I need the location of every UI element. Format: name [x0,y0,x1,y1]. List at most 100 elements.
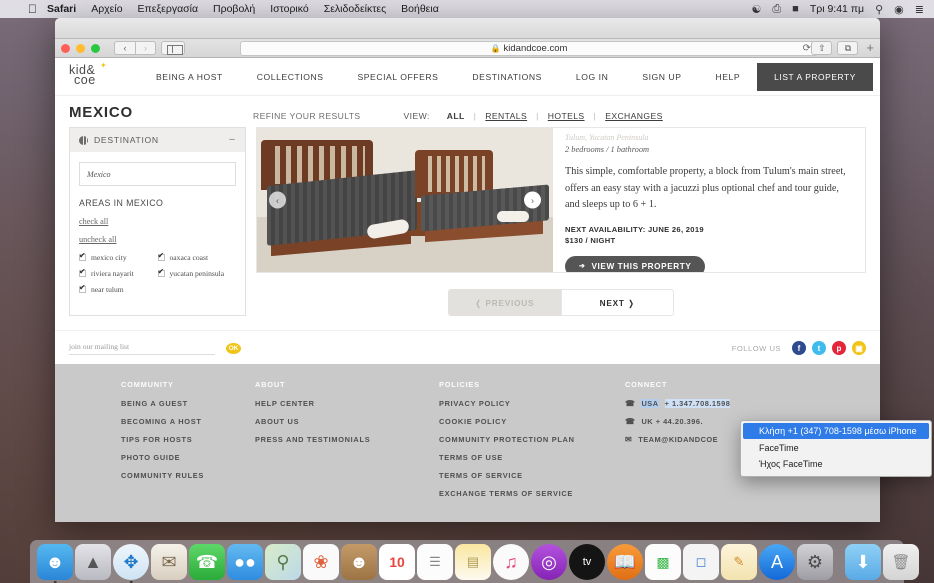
system-preferences-icon[interactable]: ⚙ [797,544,833,580]
photos-icon[interactable]: ❀ [303,544,339,580]
share-icon[interactable]: ⇧ [811,41,832,55]
destination-input[interactable]: Mexico [79,162,236,186]
twitter-icon[interactable]: t [812,341,826,355]
books-icon[interactable]: 📖 [607,544,643,580]
maps-icon[interactable]: ⚲ [265,544,301,580]
nav-link-destinations[interactable]: DESTINATIONS [455,72,558,82]
footer-link-privacy-policy[interactable]: PRIVACY POLICY [439,399,615,408]
carousel-next-button[interactable]: › [524,192,541,209]
list-icon[interactable]: ≣ [915,3,924,16]
nav-link-help[interactable]: HELP [699,72,758,82]
sidebar-icon[interactable] [161,41,185,55]
close-window-button[interactable] [61,44,70,53]
view-option-all[interactable]: ALL [438,111,474,121]
footer-link-community-protection-plan[interactable]: COMMUNITY PROTECTION PLAN [439,435,615,444]
menu-item-file[interactable]: Αρχείο [91,3,122,15]
contacts-icon[interactable]: ☻ [341,544,377,580]
back-button[interactable]: ‹ [114,41,135,55]
uncheck-all-link[interactable]: uncheck all [79,235,236,244]
checkbox-mexico-city[interactable]: mexico city [79,253,158,262]
context-menu-item-facetime[interactable]: FaceTime [741,440,931,456]
apple-menu-icon[interactable]:  [28,3,37,15]
collapse-icon[interactable]: − [229,136,236,144]
podcasts-icon[interactable]: ◎ [531,544,567,580]
trash-icon[interactable]: 🗑 [883,544,919,580]
address-bar[interactable]: 🔒 kidandcoe.com ⟳ [240,41,818,56]
nav-link-sign-up[interactable]: SIGN UP [625,72,698,82]
next-page-button[interactable]: NEXT ❭ [561,289,674,316]
footer-link-about-us[interactable]: ABOUT US [255,417,429,426]
checkbox-yucatan-peninsula[interactable]: yucatan peninsula [158,269,237,278]
nav-link-collections[interactable]: COLLECTIONS [240,72,341,82]
footer-link-being-a-guest[interactable]: BEING A GUEST [121,399,245,408]
search-icon[interactable]: ⚲ [875,3,883,16]
messages-icon[interactable]: ●● [227,544,263,580]
safari-icon[interactable]: ✥ [113,544,149,580]
keynote-icon[interactable]: ◻ [683,544,719,580]
calendar-icon[interactable]: 10 [379,544,415,580]
list-a-property-button[interactable]: LIST A PROPERTY [757,63,873,91]
downloads-folder-icon[interactable]: ⬇ [845,544,881,580]
checkbox-oaxaca-coast[interactable]: oaxaca coast [158,253,237,262]
nav-link-log-in[interactable]: LOG IN [559,72,625,82]
footer-link-becoming-a-host[interactable]: BECOMING A HOST [121,417,245,426]
footer-link-exchange-terms-of-service[interactable]: EXCHANGE TERMS OF SERVICE [439,489,615,498]
carousel-prev-button[interactable]: ‹ [269,192,286,209]
numbers-icon[interactable]: ▩ [645,544,681,580]
footer-link-cookie-policy[interactable]: COOKIE POLICY [439,417,615,426]
footer-link-tips-for-hosts[interactable]: TIPS FOR HOSTS [121,435,245,444]
view-this-property-button[interactable]: ➔ VIEW THIS PROPERTY [565,256,705,273]
view-option-rentals[interactable]: RENTALS [476,111,536,121]
footer-link-terms-of-use[interactable]: TERMS OF USE [439,453,615,462]
mailing-list-input[interactable]: join our mailing list [69,342,215,355]
menu-item-safari[interactable]: Safari [47,3,76,15]
instagram-icon[interactable]: ▣ [852,341,866,355]
menu-item-bookmarks[interactable]: Σελιδοδείκτες [324,3,386,15]
footer-link-community-rules[interactable]: COMMUNITY RULES [121,471,245,480]
maximize-window-button[interactable] [91,44,100,53]
new-tab-button[interactable]: + [863,42,874,54]
checkbox-icon[interactable] [79,270,86,277]
reminders-icon[interactable]: ☰ [417,544,453,580]
airplay-icon[interactable]: ⎙ [772,3,781,16]
finder-icon[interactable]: ☻ [37,544,73,580]
tabs-icon[interactable]: ⧉ [837,41,858,55]
siri-icon[interactable]: ◉ [894,3,904,16]
footer-link-photo-guide[interactable]: PHOTO GUIDE [121,453,245,462]
reload-icon[interactable]: ⟳ [803,43,811,54]
check-all-link[interactable]: check all [79,217,236,226]
menubar-clock[interactable]: Τρι 9:41 πμ [810,3,864,15]
menu-item-edit[interactable]: Επεξεργασία [138,3,199,15]
music-icon[interactable]: ♫ [493,544,529,580]
menu-item-history[interactable]: Ιστορικό [270,3,309,15]
footer-phone-usa[interactable]: ☎ USA + 1.347.708.1598 [625,399,815,408]
checkbox-riviera-nayarit[interactable]: riviera nayarit [79,269,158,278]
wifi-icon[interactable]: ☯ [751,3,761,16]
property-listing-card[interactable]: ‹ › Tulum, Yucatan Peninsula 2 bedrooms … [256,127,866,273]
mail-icon[interactable]: ✉ [151,544,187,580]
checkbox-icon[interactable] [158,270,165,277]
view-option-exchanges[interactable]: EXCHANGES [596,111,672,121]
checkbox-icon[interactable] [79,286,86,293]
context-menu-item-call-iphone[interactable]: Κλήση +1 (347) 708-1598 μέσω iPhone [743,423,929,439]
checkbox-icon[interactable] [79,254,86,261]
appstore-icon[interactable]: A [759,544,795,580]
footer-link-press-and-testimonials[interactable]: PRESS AND TESTIMONIALS [255,435,429,444]
launchpad-icon[interactable]: ▲ [75,544,111,580]
destination-filter-header[interactable]: DESTINATION − [70,128,245,152]
footer-link-help-center[interactable]: HELP CENTER [255,399,429,408]
mailing-list-ok-button[interactable]: OK [226,343,241,354]
minimize-window-button[interactable] [76,44,85,53]
menu-item-view[interactable]: Προβολή [213,3,255,15]
appletv-icon[interactable]: tv [569,544,605,580]
checkbox-near-tulum[interactable]: near tulum [79,285,158,294]
footer-link-terms-of-service[interactable]: TERMS OF SERVICE [439,471,615,480]
battery-icon[interactable]: ■ [792,3,799,15]
facetime-icon[interactable]: ☎ [189,544,225,580]
nav-link-special-offers[interactable]: SPECIAL OFFERS [340,72,455,82]
checkbox-icon[interactable] [158,254,165,261]
pages-icon[interactable]: ✎ [721,544,757,580]
nav-link-being-a-host[interactable]: BEING A HOST [139,72,240,82]
previous-page-button[interactable]: ❬ PREVIOUS [448,289,561,316]
view-option-hotels[interactable]: HOTELS [539,111,594,121]
